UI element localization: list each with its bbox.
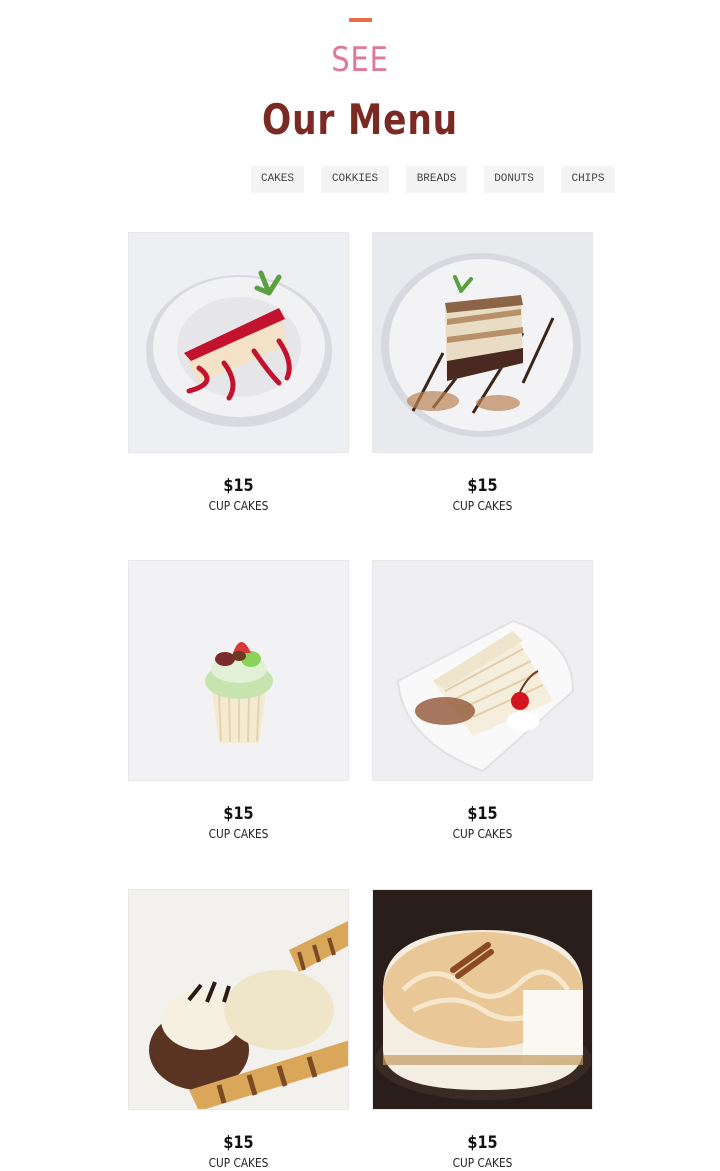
item-name: CUP CAKES	[208, 1156, 269, 1170]
crepe-cake-image	[372, 560, 593, 781]
item-price: $15	[467, 476, 498, 496]
item-price: $15	[223, 476, 254, 496]
item-name: CUP CAKES	[208, 499, 269, 513]
strawberry-cheesecake-image	[128, 232, 349, 453]
menu-item[interactable]: $15 CUP CAKES	[372, 889, 593, 1171]
item-price: $15	[467, 1133, 498, 1153]
tab-donuts[interactable]: DONUTS	[484, 166, 544, 193]
page-title: Our Menu	[261, 95, 459, 144]
item-name: CUP CAKES	[208, 827, 269, 841]
tab-breads[interactable]: BREADS	[406, 166, 467, 193]
tiramisu-image	[372, 232, 593, 453]
dessert-wafer-rolls-image	[128, 889, 349, 1110]
item-name: CUP CAKES	[452, 1156, 513, 1170]
tab-chips[interactable]: CHIPS	[561, 166, 615, 193]
item-name: CUP CAKES	[452, 827, 513, 841]
tab-cookies[interactable]: COKKIES	[321, 166, 389, 193]
accent-dash	[349, 18, 372, 22]
item-price: $15	[223, 804, 254, 824]
cupcake-image	[128, 560, 349, 781]
menu-item[interactable]: $15 CUP CAKES	[128, 889, 349, 1171]
item-price: $15	[467, 804, 498, 824]
category-tabs: CAKES COKKIES BREADS DONUTS CHIPS	[0, 166, 720, 193]
tab-cakes[interactable]: CAKES	[251, 166, 304, 193]
section-eyebrow: SEE	[331, 40, 389, 80]
menu-item[interactable]: $15 CUP CAKES	[372, 232, 593, 514]
item-name: CUP CAKES	[452, 499, 513, 513]
menu-item[interactable]: $15 CUP CAKES	[128, 560, 349, 842]
cinnamon-cheesecake-image	[372, 889, 593, 1110]
item-price: $15	[223, 1133, 254, 1153]
menu-item[interactable]: $15 CUP CAKES	[128, 232, 349, 514]
menu-item[interactable]: $15 CUP CAKES	[372, 560, 593, 842]
